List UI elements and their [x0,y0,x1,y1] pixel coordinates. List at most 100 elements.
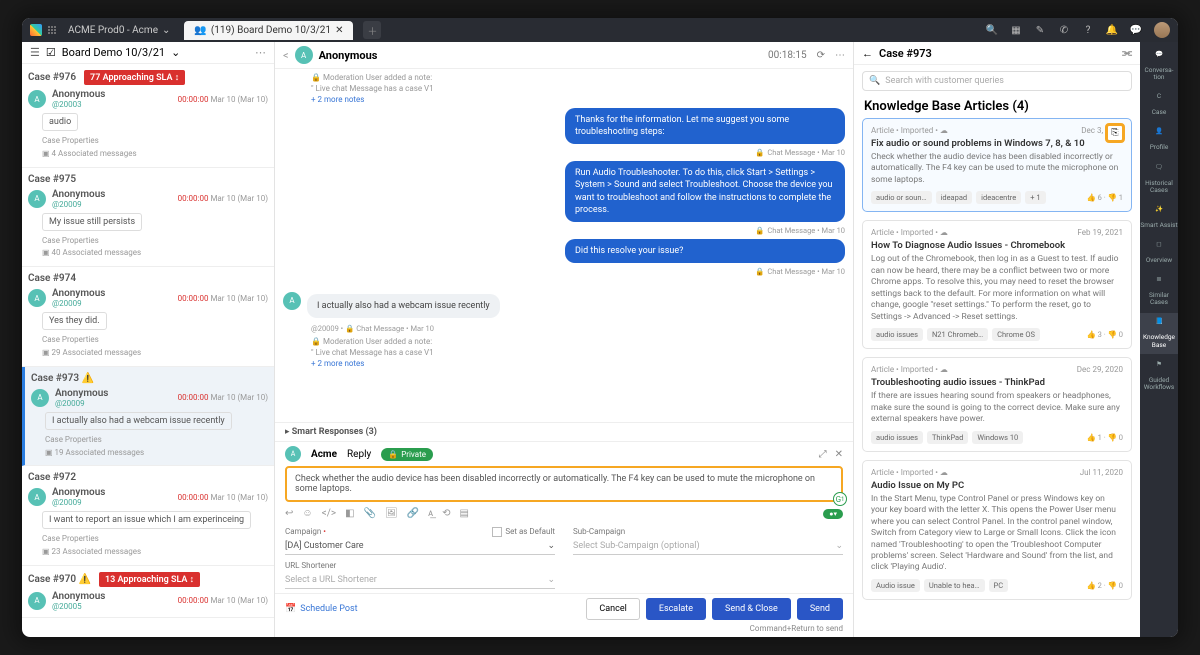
case-card[interactable]: Case #972 A Anonymous@20009 00:00:00 Mar… [22,466,274,566]
case-assoc-link[interactable]: ▣ 40 Associated messages [42,247,268,260]
case-assoc-link[interactable]: ▣ 4 Associated messages [42,148,268,161]
rail-item[interactable]: ✨Smart Assist [1140,201,1178,234]
tab-active[interactable]: 👥 (119) Board Demo 10/3/21 ✕ [184,21,353,40]
kb-tag[interactable]: Unable to hea… [924,579,985,592]
kb-article-list[interactable]: ⎘ Article • Imported • ☁Dec 3, 2020 Fix … [854,118,1140,637]
grammar-badge[interactable]: G1 [833,492,847,506]
more-notes-link[interactable]: + 2 more notes [311,359,845,368]
share-icon[interactable]: ⫘ [1122,46,1132,60]
refresh-icon[interactable]: ⟳ [817,50,825,61]
cancel-button[interactable]: Cancel [586,598,639,620]
case-assoc-link[interactable]: ▣ 23 Associated messages [42,546,268,559]
layout-icon[interactable]: ▤ [459,508,468,519]
conversation-body[interactable]: 🔒 Moderation User added a note: " Live c… [275,69,853,422]
kb-article-card[interactable]: Article • Imported • ☁Jul 11, 2020 Audio… [862,460,1132,600]
expand-icon[interactable]: ⤢ [819,449,827,460]
send-button[interactable]: Send [797,598,843,620]
reply-mode[interactable]: Reply [347,449,371,460]
url-shortener-field[interactable]: URL Shortener Select a URL Shortener⌄ [285,561,555,589]
kb-tag[interactable]: audio issues [871,431,923,444]
rail-item[interactable]: 🗨Historical Cases [1140,159,1178,199]
rail-item[interactable]: 👤Profile [1140,123,1178,156]
private-badge[interactable]: 🔒 Private [381,448,433,461]
subcampaign-field[interactable]: Sub-Campaign Select Sub-Campaign (option… [573,527,843,555]
send-close-button[interactable]: Send & Close [712,598,791,620]
rail-item[interactable]: ≣Similar Cases [1140,271,1178,311]
kb-article-card[interactable]: ⎘ Article • Imported • ☁Dec 3, 2020 Fix … [862,118,1132,212]
emoji-icon[interactable]: ☺ [302,508,312,519]
insert-article-button[interactable]: ⎘ [1105,123,1125,143]
escalate-button[interactable]: Escalate [646,598,706,620]
app-launcher-icon[interactable] [46,24,58,36]
link-icon[interactable]: 🔗 [407,508,419,519]
case-avatar: A [31,389,49,407]
kb-tag[interactable]: Audio issue [871,579,920,592]
collapse-icon[interactable]: < [283,49,289,62]
schedule-post-link[interactable]: 📅 Schedule Post [285,604,358,614]
rail-item[interactable]: CCase [1140,88,1178,121]
kb-reactions[interactable]: 👍 2 · 👎 0 [1086,581,1123,590]
help-icon[interactable]: ? [1081,23,1095,37]
code-icon[interactable]: </> [322,508,336,519]
workspace-switcher[interactable]: ACME Prod0 - Acme ⌄ [62,23,176,38]
translate-icon[interactable]: ᴀ̲ [428,508,433,519]
back-icon[interactable]: ← [862,47,873,60]
kb-reactions[interactable]: 👍 1 · 👎 0 [1086,433,1123,442]
edit-icon[interactable]: ✎ [1033,23,1047,37]
rail-item[interactable]: ⚑Guided Workflows [1140,356,1178,396]
case-properties-link[interactable]: Case Properties [42,235,268,248]
kb-reactions[interactable]: 👍 6 · 👎 1 [1086,193,1123,202]
kb-tag[interactable]: N21 Chromeb… [927,328,988,341]
kb-tag[interactable]: audio or soun… [871,191,932,204]
more-icon[interactable]: ⋯ [835,50,845,61]
close-icon[interactable]: ✕ [835,449,843,460]
rail-item[interactable]: 💬Conversa-tion [1140,46,1178,86]
case-properties-link[interactable]: Case Properties [45,434,268,447]
attach-icon[interactable]: 📎 [364,508,376,519]
kb-tag[interactable]: + 1 [1025,191,1045,204]
case-card[interactable]: Case #973 ⚠️ A Anonymous@20009 00:00:00 … [22,367,274,467]
kb-article-card[interactable]: Article • Imported • ☁Feb 19, 2021 How T… [862,220,1132,349]
case-card[interactable]: Case #97677 Approaching SLA ↕ A Anonymou… [22,64,274,168]
kb-tag[interactable]: ThinkPad [927,431,968,444]
case-properties-link[interactable]: Case Properties [42,135,268,148]
case-properties-link[interactable]: Case Properties [42,533,268,546]
case-list[interactable]: Case #97677 Approaching SLA ↕ A Anonymou… [22,64,274,637]
case-card[interactable]: Case #970 ⚠️13 Approaching SLA ↕ A Anony… [22,566,274,618]
calendar-icon[interactable]: ▦ [1009,23,1023,37]
kb-tag[interactable]: audio issues [871,328,923,341]
kb-article-card[interactable]: Article • Imported • ☁Dec 29, 2020 Troub… [862,357,1132,451]
kb-tag[interactable]: ideacentre [976,191,1021,204]
gif-icon[interactable]: ◧ [345,508,354,519]
kb-reactions[interactable]: 👍 3 · 👎 0 [1086,330,1123,339]
search-icon[interactable]: 🔍 [985,23,999,37]
case-assoc-link[interactable]: ▣ 29 Associated messages [42,347,268,360]
smart-responses-toggle[interactable]: ▸ Smart Responses (3) [275,422,853,441]
kb-tag[interactable]: Windows 10 [972,431,1023,444]
user-avatar[interactable] [1154,22,1170,38]
chat-icon[interactable]: 💬 [1129,23,1143,37]
hamburger-icon[interactable]: ☰ [30,46,40,59]
case-assoc-link[interactable]: ▣ 19 Associated messages [45,447,268,460]
more-icon[interactable]: ⋯ [255,46,266,59]
bell-icon[interactable]: 🔔 [1105,23,1119,37]
sync-icon[interactable]: ⟲ [442,508,450,519]
case-properties-link[interactable]: Case Properties [42,334,268,347]
kb-tag[interactable]: ideapad [936,191,973,204]
case-card[interactable]: Case #974 A Anonymous@20009 00:00:00 Mar… [22,267,274,367]
kb-tag[interactable]: Chrome OS [992,328,1040,341]
reply-textarea[interactable]: Check whether the audio device has been … [285,466,843,502]
new-tab-button[interactable]: ＋ [363,21,381,39]
campaign-field[interactable]: Campaign • Set as Default [DA] Customer … [285,527,555,555]
undo-icon[interactable]: ↩ [285,508,293,519]
kb-search-input[interactable]: 🔍 Search with customer queries [862,71,1132,91]
rail-item[interactable]: 📘Knowledge Base [1140,313,1178,353]
board-check-icon[interactable]: ☑ [46,46,56,59]
phone-icon[interactable]: ✆ [1057,23,1071,37]
toolbar-pill[interactable]: ●▾ [823,509,843,519]
case-card[interactable]: Case #975 A Anonymous@20009 00:00:00 Mar… [22,168,274,268]
rail-item[interactable]: ◻Overview [1140,236,1178,269]
more-notes-link[interactable]: + 2 more notes [311,95,845,104]
image-icon[interactable]: 🖼 [385,508,398,519]
kb-tag[interactable]: PC [989,579,1009,592]
